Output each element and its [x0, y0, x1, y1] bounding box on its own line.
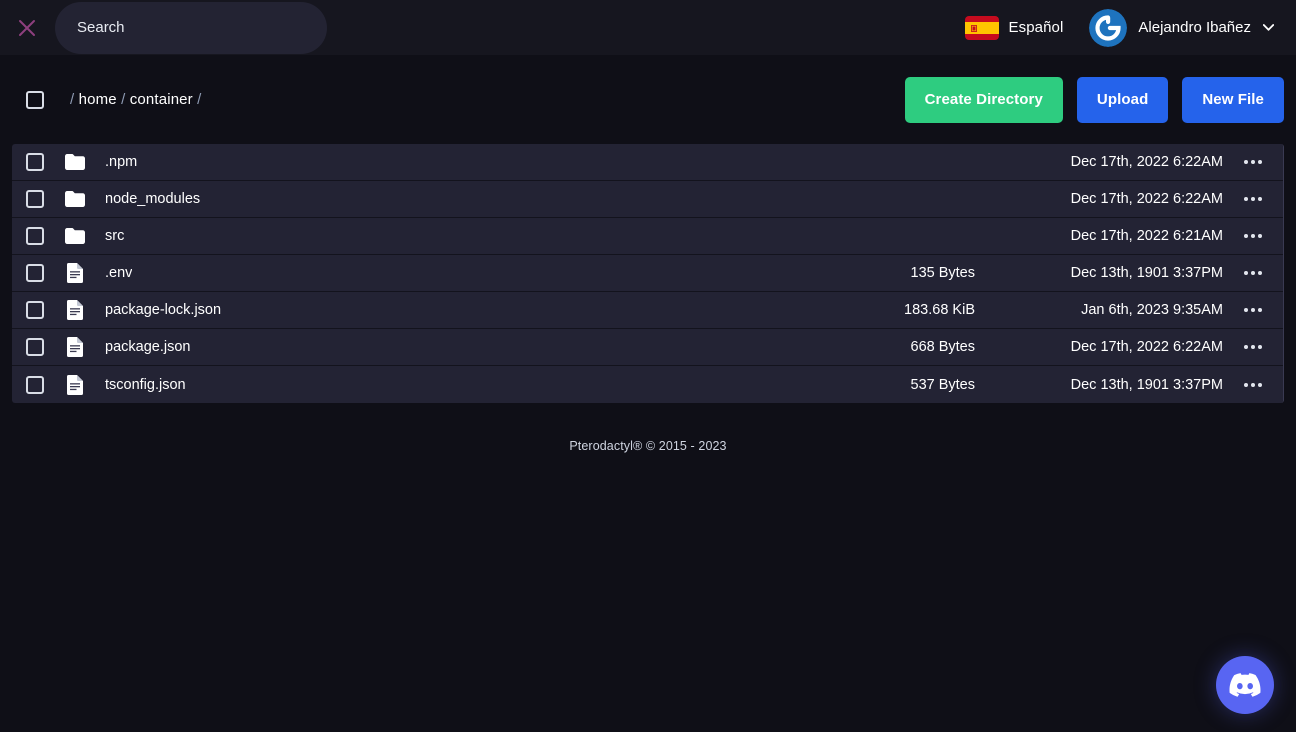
ellipsis-icon — [1244, 160, 1262, 164]
table-row[interactable]: .npm Dec 17th, 2022 6:22AM — [12, 144, 1283, 181]
file-size: 183.68 KiB — [904, 302, 975, 318]
row-context-menu-button[interactable] — [1223, 366, 1283, 403]
file-name[interactable]: package.json — [105, 339, 190, 355]
discord-button[interactable] — [1216, 656, 1274, 714]
create-directory-button[interactable]: Create Directory — [904, 76, 1063, 123]
ellipsis-icon — [1244, 345, 1262, 349]
row-checkbox[interactable] — [26, 375, 44, 394]
file-size: 668 Bytes — [910, 339, 976, 355]
discord-icon — [1229, 673, 1261, 697]
row-context-menu-button[interactable] — [1223, 255, 1283, 292]
top-navigation-bar: Español Alejandro Ibañez — [0, 0, 1296, 55]
table-row[interactable]: package.json 668 Bytes Dec 17th, 2022 6:22… — [12, 329, 1283, 366]
new-file-button[interactable]: New File — [1182, 76, 1284, 123]
ellipsis-icon — [1244, 197, 1262, 201]
select-all-checkbox[interactable] — [26, 90, 44, 109]
table-row[interactable]: node_modules Dec 17th, 2022 6:22AM — [12, 181, 1283, 218]
table-row[interactable]: src Dec 17th, 2022 6:21AM — [12, 218, 1283, 255]
footer: Pterodactyl® © 2015 - 2023 — [0, 439, 1296, 453]
language-selector[interactable]: Español — [965, 15, 1064, 40]
flag-spain-icon — [965, 15, 1000, 40]
breadcrumb-sep-2: / — [197, 91, 202, 108]
table-row[interactable]: .env 135 Bytes Dec 13th, 1901 3:37PM — [12, 255, 1283, 292]
file-name[interactable]: .env — [105, 265, 132, 281]
row-checkbox[interactable] — [26, 190, 44, 208]
user-menu[interactable]: Alejandro Ibañez — [1089, 8, 1274, 47]
breadcrumb-sep-0: / — [70, 91, 75, 108]
ellipsis-icon — [1244, 271, 1262, 275]
upload-button[interactable]: Upload — [1076, 76, 1169, 123]
language-label: Español — [1008, 19, 1064, 36]
close-button[interactable] — [10, 11, 44, 45]
row-checkbox[interactable] — [26, 264, 44, 282]
breadcrumb-item-container[interactable]: container — [130, 91, 193, 108]
breadcrumb-sep-1: / — [121, 91, 126, 108]
file-modified-date: Dec 17th, 2022 6:22AM — [1070, 191, 1223, 207]
file-name[interactable]: package-lock.json — [105, 302, 221, 318]
document-icon — [64, 374, 86, 396]
folder-icon — [64, 225, 86, 247]
folder-icon — [64, 188, 86, 210]
table-row[interactable]: tsconfig.json 537 Bytes Dec 13th, 1901 3:3… — [12, 366, 1283, 403]
ellipsis-icon — [1244, 234, 1262, 238]
file-modified-date: Dec 17th, 2022 6:22AM — [1070, 339, 1223, 355]
file-modified-date: Dec 17th, 2022 6:21AM — [1070, 228, 1223, 244]
document-icon — [64, 262, 86, 284]
row-checkbox[interactable] — [26, 301, 44, 319]
row-context-menu-button[interactable] — [1223, 144, 1283, 181]
document-icon — [64, 299, 86, 321]
search-input[interactable] — [55, 1, 327, 54]
file-name[interactable]: node_modules — [105, 191, 200, 207]
file-name[interactable]: tsconfig.json — [105, 377, 186, 393]
file-listing: .npm Dec 17th, 2022 6:22AM node_modules Dec… — [12, 144, 1284, 403]
file-size: 537 Bytes — [910, 376, 976, 393]
gravatar-logo-icon — [1089, 8, 1128, 47]
close-icon — [19, 19, 35, 36]
ellipsis-icon — [1244, 308, 1262, 312]
ellipsis-icon — [1244, 382, 1262, 387]
row-checkbox[interactable] — [26, 338, 44, 356]
search-field-wrapper — [55, 1, 327, 54]
document-icon — [64, 336, 86, 358]
breadcrumb[interactable]: / home / container / — [70, 91, 201, 108]
row-context-menu-button[interactable] — [1223, 329, 1283, 366]
chevron-down-icon — [1263, 24, 1274, 31]
breadcrumb-action-bar: / home / container / Create Directory Up… — [0, 55, 1296, 144]
file-size: 135 Bytes — [910, 265, 976, 281]
file-modified-date: Dec 13th, 1901 3:37PM — [1070, 265, 1223, 281]
footer-copyright: Pterodactyl® © 2015 - 2023 — [569, 439, 727, 453]
file-name[interactable]: src — [105, 228, 124, 244]
user-name-label: Alejandro Ibañez — [1138, 19, 1251, 36]
row-checkbox[interactable] — [26, 227, 44, 245]
row-context-menu-button[interactable] — [1223, 218, 1283, 255]
row-checkbox[interactable] — [26, 153, 44, 171]
row-context-menu-button[interactable] — [1223, 292, 1283, 329]
row-context-menu-button[interactable] — [1223, 181, 1283, 218]
table-row[interactable]: package-lock.json 183.68 KiB Jan 6th, 2023… — [12, 292, 1283, 329]
file-modified-date: Jan 6th, 2023 9:35AM — [1081, 302, 1223, 318]
file-modified-date: Dec 17th, 2022 6:22AM — [1070, 154, 1223, 170]
file-modified-date: Dec 13th, 1901 3:37PM — [1070, 376, 1223, 393]
breadcrumb-item-home[interactable]: home — [79, 91, 117, 108]
folder-icon — [64, 151, 86, 173]
file-name[interactable]: .npm — [105, 154, 137, 170]
